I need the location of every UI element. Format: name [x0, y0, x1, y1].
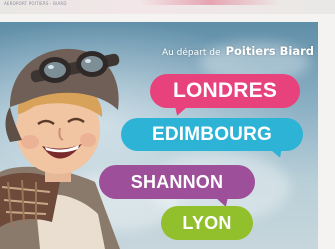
destination-label: EDIMBOURG [151, 124, 273, 145]
origin-line: Au départ de Poitiers Biard [118, 40, 314, 59]
destination-label: SHANNON [130, 172, 224, 192]
top-strip-text: AEROPORT POITIERS - BIARD [4, 1, 67, 6]
speech-tail [269, 143, 287, 161]
destination-label: LONDRES [172, 79, 278, 102]
destination-shannon[interactable]: SHANNON [99, 165, 255, 209]
destination-banner[interactable]: Au départ de Poitiers Biard LONDRES EDIM… [0, 22, 335, 249]
top-accent-line [140, 0, 280, 5]
origin-prefix: Au départ de [161, 48, 221, 58]
origin-airport: Poitiers Biard [225, 44, 314, 58]
destination-londres[interactable]: LONDRES [150, 74, 300, 118]
destination-edimbourg[interactable]: EDIMBOURG [121, 118, 303, 161]
child-aviator-photo [0, 48, 120, 249]
destination-label: LYON [182, 213, 232, 233]
top-strip: AEROPORT POITIERS - BIARD [0, 0, 335, 14]
destination-lyon[interactable]: LYON [161, 206, 253, 240]
speech-tail [170, 102, 188, 118]
page-margin [318, 22, 335, 249]
